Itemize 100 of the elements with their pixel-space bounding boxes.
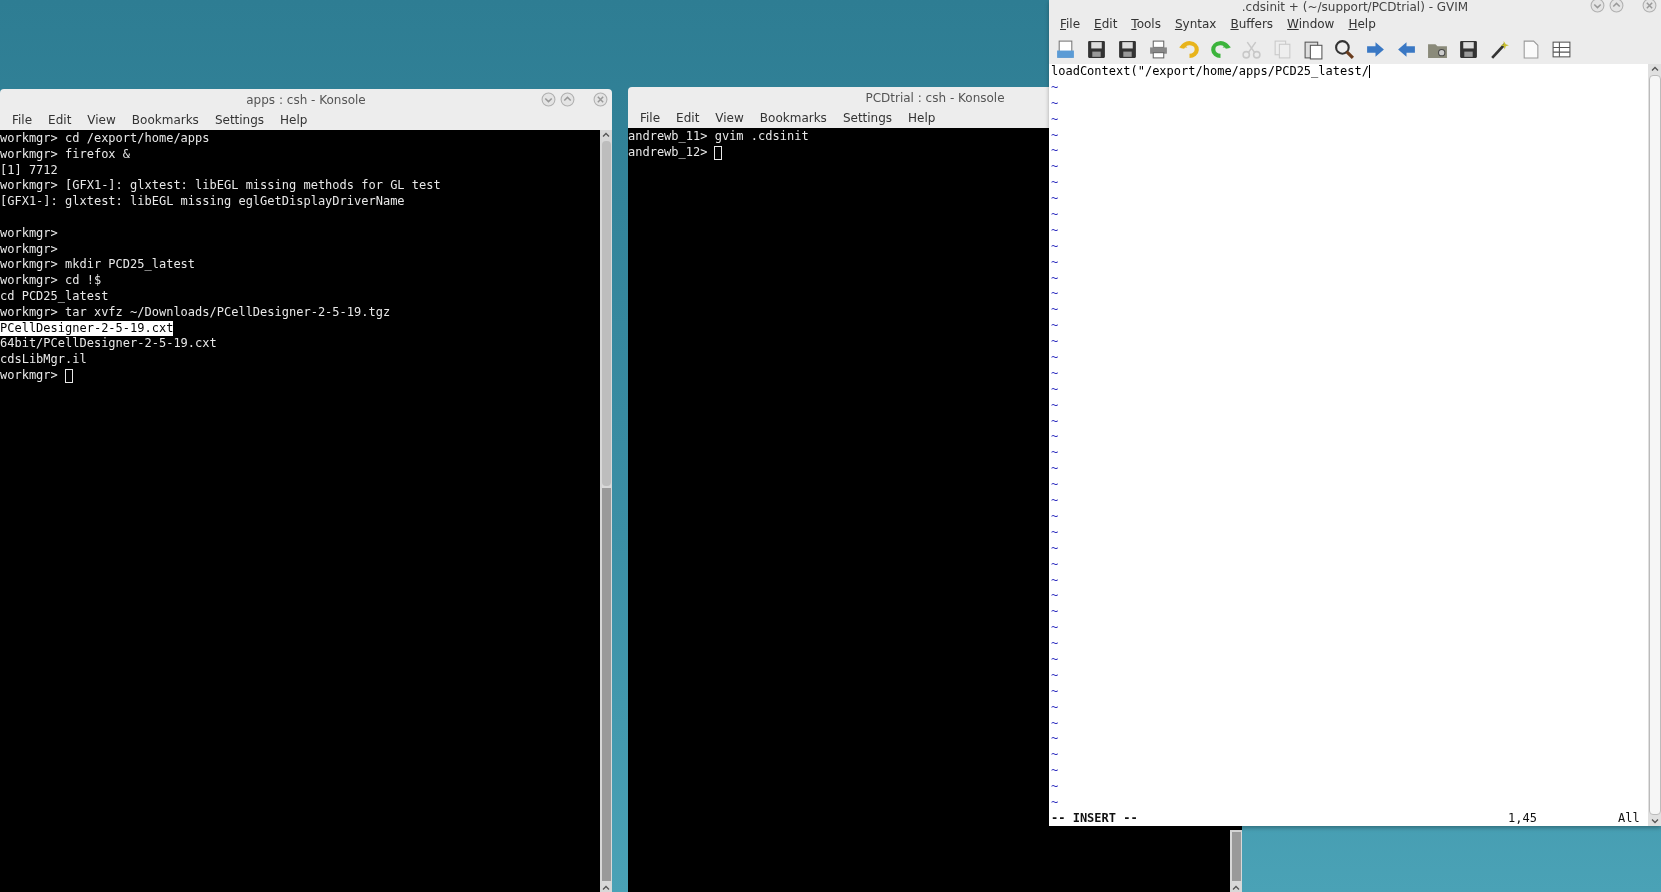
terminal-line: cd PCD25_latest bbox=[0, 288, 109, 305]
empty-line-marker: ~ bbox=[1051, 493, 1059, 509]
printer-icon[interactable] bbox=[1148, 38, 1169, 60]
terminal-line: [1] 7712 bbox=[0, 162, 58, 179]
empty-line-marker: ~ bbox=[1051, 731, 1059, 748]
terminal-line: workmgr> bbox=[0, 225, 58, 242]
scrollbar[interactable] bbox=[600, 130, 612, 892]
menu-item[interactable]: View bbox=[707, 111, 752, 125]
terminal-line: workmgr> tar xvfz ~/Downloads/PCellDesigner-2-5-19.tgz bbox=[0, 304, 391, 321]
empty-line-marker: ~ bbox=[1051, 699, 1059, 716]
empty-line-marker: ~ bbox=[1051, 556, 1059, 573]
empty-line-marker: ~ bbox=[1051, 794, 1059, 811]
menu-item[interactable]: Bookmarks bbox=[123, 113, 207, 127]
menu-item[interactable]: Bookmarks bbox=[751, 111, 835, 125]
terminal-prompt: andrewb_12> bbox=[628, 144, 708, 161]
menu-item[interactable]: Help bbox=[272, 113, 316, 127]
menu-item[interactable]: Edit bbox=[1087, 16, 1125, 31]
menu-item[interactable]: Syntax bbox=[1167, 16, 1224, 31]
menu-item[interactable]: Edit bbox=[40, 113, 80, 127]
terminal-line: cdsLibMgr.il bbox=[0, 352, 87, 368]
menu-item[interactable]: Window bbox=[1280, 16, 1342, 31]
empty-line-marker: ~ bbox=[1051, 779, 1059, 795]
maximize-button[interactable] bbox=[560, 92, 575, 107]
empty-line-marker: ~ bbox=[1051, 620, 1059, 637]
code-line: loadContext("/export/home/apps/PCD25_latest/ bbox=[1051, 64, 1369, 80]
terminal-line: workmgr> bbox=[0, 241, 58, 258]
terminal-line: andrewb_11> gvim .cdsinit bbox=[628, 129, 809, 145]
caret-up-icon[interactable] bbox=[1231, 883, 1241, 892]
empty-line-marker: ~ bbox=[1051, 302, 1059, 319]
terminal-line: workmgr> cd /export/home/apps bbox=[0, 131, 210, 147]
maximize-button[interactable] bbox=[1609, 0, 1624, 13]
minimize-button[interactable] bbox=[541, 92, 556, 107]
menu-item[interactable]: Settings bbox=[206, 113, 273, 127]
empty-line-marker: ~ bbox=[1051, 763, 1059, 780]
empty-line-marker: ~ bbox=[1051, 572, 1059, 589]
window-title: PCDtrial : csh - Konsole bbox=[865, 90, 1005, 105]
menu-item[interactable]: File bbox=[1053, 16, 1088, 31]
empty-line-marker: ~ bbox=[1051, 143, 1059, 160]
text-cursor bbox=[1368, 65, 1370, 79]
menu-item[interactable]: File bbox=[4, 113, 41, 127]
empty-line-marker: ~ bbox=[1051, 588, 1059, 605]
empty-line-marker: ~ bbox=[1051, 747, 1059, 764]
empty-line-marker: ~ bbox=[1051, 127, 1059, 144]
empty-line-marker: ~ bbox=[1051, 238, 1059, 255]
empty-line-marker: ~ bbox=[1051, 413, 1059, 430]
empty-line-marker: ~ bbox=[1051, 397, 1059, 414]
open-file-icon[interactable] bbox=[1055, 38, 1076, 60]
text-cursor bbox=[64, 368, 73, 383]
find-icon[interactable] bbox=[1334, 38, 1355, 60]
empty-line-marker: ~ bbox=[1051, 651, 1059, 668]
empty-line-marker: ~ bbox=[1051, 667, 1059, 684]
empty-line-marker: ~ bbox=[1051, 254, 1059, 271]
mode-indicator: -- INSERT -- bbox=[1051, 811, 1139, 826]
window-title: .cdsinit + (~/support/PCDtrial) - GVIM bbox=[1241, 1, 1469, 13]
menu-item[interactable]: File bbox=[632, 111, 669, 125]
text-cursor bbox=[714, 145, 723, 160]
empty-line-marker: ~ bbox=[1051, 540, 1059, 557]
scrollbar[interactable] bbox=[1648, 64, 1661, 826]
cursor-position: 1,45 bbox=[1508, 811, 1538, 826]
empty-line-marker: ~ bbox=[1051, 175, 1059, 192]
menu-item[interactable]: Settings bbox=[834, 111, 901, 125]
menu-item[interactable]: Help bbox=[900, 111, 944, 125]
empty-line-marker: ~ bbox=[1051, 286, 1059, 303]
caret-up-icon[interactable] bbox=[601, 883, 611, 892]
scroll-position: All bbox=[1618, 811, 1641, 826]
scrollbar[interactable] bbox=[1230, 830, 1242, 892]
empty-line-marker: ~ bbox=[1051, 207, 1059, 223]
empty-line-marker: ~ bbox=[1051, 191, 1059, 208]
menu-item[interactable]: Help bbox=[1341, 16, 1383, 31]
empty-line-marker: ~ bbox=[1051, 683, 1059, 700]
terminal-line: workmgr> mkdir PCD25_latest bbox=[0, 257, 196, 274]
menu-item[interactable]: Buffers bbox=[1223, 16, 1281, 31]
menu-item[interactable]: Tools bbox=[1124, 16, 1168, 31]
empty-line-marker: ~ bbox=[1051, 350, 1059, 366]
empty-line-marker: ~ bbox=[1051, 79, 1059, 96]
empty-line-marker: ~ bbox=[1051, 111, 1059, 128]
close-button[interactable] bbox=[593, 92, 608, 107]
minimize-button[interactable] bbox=[1590, 0, 1605, 13]
empty-line-marker: ~ bbox=[1051, 270, 1059, 287]
empty-line-marker: ~ bbox=[1051, 429, 1059, 446]
terminal-line: [GFX1-]: glxtest: libEGL missing eglGetDisplayDriverName bbox=[0, 194, 405, 210]
terminal-line: workmgr> cd !$ bbox=[0, 273, 102, 289]
empty-line-marker: ~ bbox=[1051, 604, 1059, 621]
window-title: apps : csh - Konsole bbox=[246, 92, 366, 107]
terminal-line: 64bit/PCellDesigner-2-5-19.cxt bbox=[0, 336, 217, 353]
menu-item[interactable]: Edit bbox=[668, 111, 708, 125]
close-button[interactable] bbox=[1642, 0, 1657, 13]
empty-line-marker: ~ bbox=[1051, 508, 1059, 525]
caret-down-icon[interactable] bbox=[1649, 817, 1660, 826]
empty-line-marker: ~ bbox=[1051, 318, 1059, 335]
empty-line-marker: ~ bbox=[1051, 461, 1059, 478]
empty-line-marker: ~ bbox=[1051, 381, 1059, 398]
terminal-prompt: workmgr> bbox=[0, 367, 58, 384]
caret-up-icon[interactable] bbox=[1649, 64, 1660, 73]
caret-up-icon[interactable] bbox=[601, 130, 611, 139]
empty-line-marker: ~ bbox=[1051, 159, 1059, 176]
empty-line-marker: ~ bbox=[1051, 636, 1059, 652]
empty-line-marker: ~ bbox=[1051, 445, 1059, 462]
menu-item[interactable]: View bbox=[79, 113, 124, 127]
redo-icon[interactable] bbox=[1210, 38, 1231, 60]
